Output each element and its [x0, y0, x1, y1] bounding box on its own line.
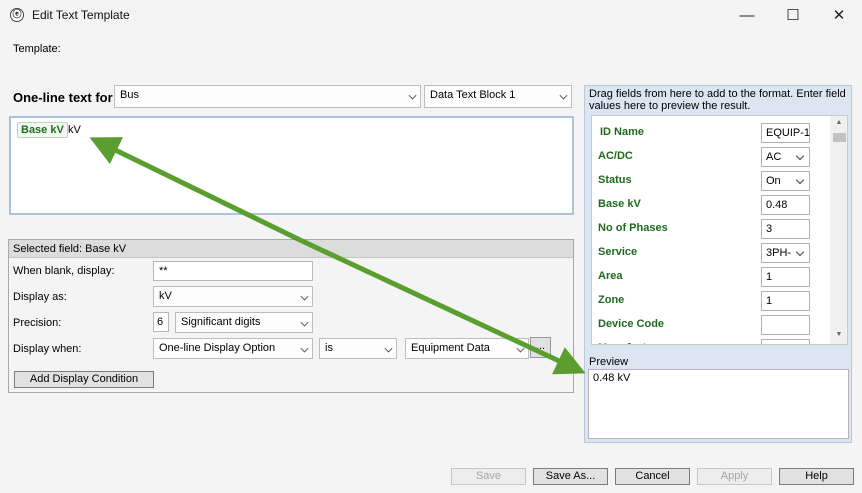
field-value-text: 3PH-	[766, 247, 792, 259]
selected-field-header: Selected field: Base kV	[9, 240, 573, 258]
field-value-area-input[interactable]: 1	[761, 267, 810, 287]
field-name-device-code[interactable]: Device Code	[598, 318, 664, 330]
chevron-down-icon	[300, 318, 309, 327]
when-blank-label: When blank, display:	[13, 265, 115, 277]
oneline-label: One-line text for	[13, 90, 113, 105]
field-name-zone[interactable]: Zone	[598, 294, 624, 306]
help-button[interactable]: Help	[779, 468, 854, 485]
maximize-icon[interactable]: ☐	[770, 0, 816, 31]
chevron-down-icon	[559, 91, 568, 100]
display-as-select[interactable]: kV	[153, 286, 313, 307]
field-value-status-select[interactable]: On	[761, 171, 810, 191]
precision-mode-select[interactable]: Significant digits	[175, 312, 313, 333]
display-when-field-select[interactable]: One-line Display Option	[153, 338, 313, 359]
field-list: ID Name EQUIP-1 AC/DC AC Status On Base kV 0.48…	[591, 115, 848, 345]
field-name-base-kv[interactable]: Base kV	[598, 198, 641, 210]
scroll-down-icon[interactable]: ▼	[830, 331, 847, 338]
condition-options-button[interactable]: ...	[530, 337, 551, 358]
field-name-id-name[interactable]: ID Name	[600, 126, 644, 138]
format-editor[interactable]: Base kV kV	[9, 116, 574, 215]
field-value-base-kv-input[interactable]: 0.48	[761, 195, 810, 215]
field-value-text: EQUIP-1	[766, 127, 811, 139]
template-label: Template:	[13, 43, 61, 55]
display-when-operator-value: is	[325, 342, 333, 354]
field-value-zone-input[interactable]: 1	[761, 291, 810, 311]
field-name-ac-dc[interactable]: AC/DC	[598, 150, 633, 162]
app-icon: ⓔ	[10, 8, 24, 22]
precision-mode-value: Significant digits	[181, 316, 261, 328]
object-type-value: Bus	[120, 89, 139, 101]
field-value-manufacturer-input[interactable]	[761, 339, 810, 344]
field-value-text: 0.48	[766, 199, 788, 211]
chevron-down-icon	[384, 344, 393, 353]
fields-preview-panel: Drag fields from here to add to the form…	[584, 85, 852, 443]
display-when-value: Equipment Data	[411, 342, 490, 354]
display-when-label: Display when:	[13, 343, 82, 355]
scroll-thumb[interactable]	[833, 133, 846, 142]
text-block-value: Data Text Block 1	[430, 89, 516, 101]
chevron-down-icon	[408, 91, 417, 100]
save-button[interactable]: Save	[451, 468, 526, 485]
display-as-label: Display as:	[13, 291, 67, 303]
display-when-value-select[interactable]: Equipment Data	[405, 338, 529, 359]
field-name-area[interactable]: Area	[598, 270, 622, 282]
field-name-no-of-phases[interactable]: No of Phases	[598, 222, 668, 234]
field-value-text: 3	[766, 223, 773, 235]
preview-label: Preview	[589, 356, 629, 368]
precision-input[interactable]: 6	[153, 312, 169, 332]
text-block-select[interactable]: Data Text Block 1	[424, 85, 572, 108]
field-value-text: On	[766, 175, 781, 187]
selected-field-panel: Selected field: Base kV When blank, disp…	[8, 239, 574, 393]
chevron-down-icon	[795, 247, 805, 257]
field-value-device-code-input[interactable]	[761, 315, 810, 335]
close-icon[interactable]: ✕	[816, 0, 862, 31]
cancel-button[interactable]: Cancel	[615, 468, 690, 485]
field-value-text: 1	[766, 295, 773, 307]
chevron-down-icon	[795, 175, 805, 185]
selected-field-title: Selected field: Base kV	[13, 243, 127, 255]
apply-button[interactable]: Apply	[697, 468, 772, 485]
field-name-service[interactable]: Service	[598, 246, 637, 258]
chevron-down-icon	[300, 292, 309, 301]
window-title: Edit Text Template	[32, 8, 130, 22]
field-name-status[interactable]: Status	[598, 174, 632, 186]
preview-text: 0.48 kV	[593, 372, 631, 384]
when-blank-input[interactable]: **	[153, 261, 313, 281]
scroll-up-icon[interactable]: ▲	[830, 119, 847, 126]
when-blank-value: **	[159, 265, 168, 277]
precision-label: Precision:	[13, 317, 62, 329]
field-name-manufacturer[interactable]: Manufacturer	[598, 342, 668, 344]
field-value-text: 1	[766, 271, 773, 283]
title-bar: ⓔ Edit Text Template — ☐ ✕	[0, 0, 862, 31]
preview-box: 0.48 kV	[588, 369, 849, 439]
precision-value: 6	[157, 316, 164, 328]
chevron-down-icon	[516, 344, 525, 353]
format-literal-text: kV	[68, 124, 81, 136]
display-as-value: kV	[159, 290, 172, 302]
drag-hint-text: Drag fields from here to add to the form…	[589, 88, 846, 112]
chevron-down-icon	[300, 344, 309, 353]
field-list-scrollbar[interactable]: ▲ ▼	[830, 116, 847, 344]
field-value-no-of-phases-input[interactable]: 3	[761, 219, 810, 239]
add-display-condition-button[interactable]: Add Display Condition	[14, 371, 154, 388]
field-value-service-select[interactable]: 3PH-	[761, 243, 810, 263]
chevron-down-icon	[795, 151, 805, 161]
object-type-select[interactable]: Bus	[114, 85, 421, 108]
minimize-icon[interactable]: —	[724, 0, 770, 31]
field-value-id-name-input[interactable]: EQUIP-1	[761, 123, 810, 143]
field-value-text: AC	[766, 151, 782, 163]
field-value-ac-dc-select[interactable]: AC	[761, 147, 810, 167]
field-chip-base-kv[interactable]: Base kV	[17, 122, 68, 138]
display-when-operator-select[interactable]: is	[319, 338, 397, 359]
display-when-field-value: One-line Display Option	[159, 342, 276, 354]
save-as-button[interactable]: Save As...	[533, 468, 608, 485]
